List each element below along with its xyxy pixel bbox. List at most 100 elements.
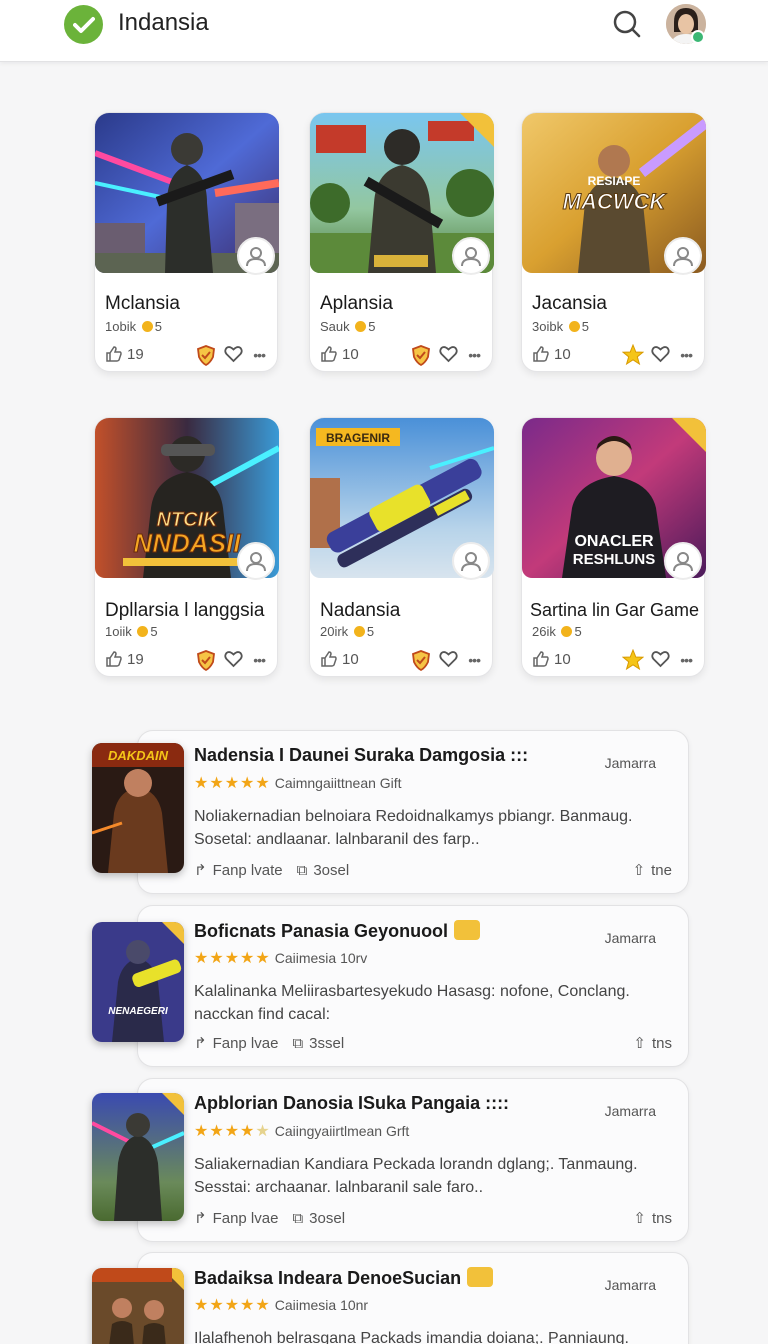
star-badge-icon bbox=[621, 648, 645, 676]
list-item[interactable]: Badaiksa Indeara DenoeSucian Jamarra ★★★… bbox=[137, 1252, 689, 1344]
list-item-title: Boficnats Panasia Geyonuool bbox=[194, 920, 481, 942]
list-item-description: Noliakernadian belnoiara Redoidnalkamys … bbox=[194, 808, 633, 848]
user-icon[interactable] bbox=[452, 542, 490, 580]
list-thumbnail[interactable]: DAKDAIN bbox=[92, 743, 184, 873]
share-button[interactable]: ⇧ tne bbox=[632, 861, 672, 880]
card-title: Nadansia bbox=[320, 600, 401, 621]
game-card[interactable]: ONACLER RESHLUNS Sartina lin Gar Game 26… bbox=[521, 417, 706, 677]
more-icon[interactable]: ••• bbox=[253, 347, 266, 363]
heart-icon[interactable] bbox=[224, 650, 243, 673]
coin-icon bbox=[137, 626, 149, 637]
list-item-description: Saliakernadian Kandiara Peckada lorandn … bbox=[194, 1156, 638, 1196]
more-icon[interactable]: ••• bbox=[680, 652, 693, 668]
badge-icon bbox=[467, 1267, 494, 1287]
app-title: Indansia bbox=[118, 9, 209, 36]
card-title: Mclansia bbox=[105, 293, 180, 314]
stars-icon: ★★★★★ bbox=[194, 1297, 271, 1314]
coin-icon bbox=[568, 321, 580, 332]
heart-icon[interactable] bbox=[439, 345, 458, 368]
share-button[interactable]: ⇧ tns bbox=[633, 1034, 672, 1053]
card-subtitle: 20irk 5 bbox=[320, 624, 375, 639]
game-card[interactable]: NTCIK NNDASII Dpllarsia l langgsia 1oiik… bbox=[94, 417, 279, 677]
reply-icon[interactable]: ↱ bbox=[194, 1209, 207, 1227]
badge-icon bbox=[454, 920, 481, 940]
user-icon[interactable] bbox=[452, 237, 490, 275]
shield-badge-icon bbox=[410, 649, 432, 676]
game-card[interactable]: BRAGENIR Nadansia 20irk 5 10 ••• bbox=[309, 417, 494, 677]
reply-icon[interactable]: ↱ bbox=[194, 861, 207, 879]
game-card[interactable]: Mclansia 1obik 5 19 ••• bbox=[94, 112, 279, 372]
list-item-description: Kalalinanka Meliirasbartesyekudo Hasasg:… bbox=[194, 983, 630, 1023]
shield-badge-icon bbox=[195, 344, 217, 371]
card-subtitle: 1obik 5 bbox=[105, 319, 162, 334]
heart-icon[interactable] bbox=[651, 650, 670, 673]
heart-icon[interactable] bbox=[439, 650, 458, 673]
card-title: Sartina lin Gar Game bbox=[530, 600, 700, 620]
shield-badge-icon bbox=[195, 649, 217, 676]
online-status-icon bbox=[691, 30, 705, 44]
list-item-footer: ↱ Fanp lvae ⧉ 3osel bbox=[194, 1209, 346, 1228]
list-item[interactable]: Apblorian Danosia ISuka Pangaia :::: Jam… bbox=[137, 1078, 689, 1242]
list-item[interactable]: Nadensia I Daunei Suraka Damgosia ::: Ja… bbox=[137, 730, 689, 894]
list-item-title: Apblorian Danosia ISuka Pangaia :::: bbox=[194, 1093, 510, 1113]
user-icon[interactable] bbox=[237, 542, 275, 580]
more-icon[interactable]: ••• bbox=[468, 347, 481, 363]
more-icon[interactable]: ••• bbox=[468, 652, 481, 668]
reply-icon[interactable]: ↱ bbox=[194, 1034, 207, 1052]
like-button[interactable]: 10 bbox=[320, 650, 359, 668]
list-item-footer: ↱ Fanp lvae ⧉ 3ssel bbox=[194, 1034, 345, 1053]
list-thumbnail[interactable] bbox=[92, 1093, 184, 1221]
stars-icon: ★★★★★ bbox=[194, 775, 271, 792]
list-item-date: Jamarra bbox=[604, 755, 656, 771]
svg-text:BRAGENIR: BRAGENIR bbox=[326, 431, 390, 445]
search-icon[interactable] bbox=[611, 8, 643, 40]
coin-icon bbox=[355, 321, 367, 332]
list-thumbnail[interactable] bbox=[92, 1268, 184, 1344]
user-icon[interactable] bbox=[237, 237, 275, 275]
svg-text:MACWCK: MACWCK bbox=[563, 189, 668, 214]
user-icon[interactable] bbox=[664, 237, 702, 275]
thumbs-up-icon bbox=[106, 651, 122, 667]
share-icon: ⇧ bbox=[633, 1210, 646, 1227]
like-button[interactable]: 10 bbox=[532, 345, 571, 363]
list-item-date: Jamarra bbox=[604, 1103, 656, 1119]
coin-icon bbox=[561, 626, 573, 637]
list-item-title: Nadensia I Daunei Suraka Damgosia ::: bbox=[194, 745, 529, 765]
like-button[interactable]: 19 bbox=[105, 650, 144, 668]
card-subtitle: 1oiik 5 bbox=[105, 624, 158, 639]
svg-text:RESIAPE: RESIAPE bbox=[588, 174, 641, 188]
more-icon[interactable]: ••• bbox=[253, 652, 266, 668]
like-button[interactable]: 10 bbox=[320, 345, 359, 363]
stars-icon: ★★★★★ bbox=[194, 1123, 271, 1140]
share-icon: ⇧ bbox=[632, 862, 646, 879]
stars-icon: ★★★★★ bbox=[194, 950, 271, 967]
card-subtitle: 26ik 5 bbox=[532, 624, 582, 639]
coin-icon bbox=[141, 321, 153, 332]
more-icon[interactable]: ••• bbox=[680, 347, 693, 363]
list-thumbnail[interactable]: NENAEGERI bbox=[92, 922, 184, 1042]
share-button[interactable]: ⇧ tns bbox=[633, 1209, 672, 1228]
game-card[interactable]: RESIAPE MACWCK Jacansia 3oibk 5 10 ••• bbox=[521, 112, 706, 372]
user-icon[interactable] bbox=[664, 542, 702, 580]
heart-icon[interactable] bbox=[651, 345, 670, 368]
check-icon[interactable] bbox=[64, 5, 103, 44]
list-item-date: Jamarra bbox=[604, 930, 656, 946]
card-subtitle: 3oibk 5 bbox=[532, 319, 589, 334]
card-title: Jacansia bbox=[532, 293, 607, 314]
list-item-date: Jamarra bbox=[604, 1277, 656, 1293]
app-header: Indansia bbox=[0, 0, 768, 62]
like-button[interactable]: 10 bbox=[532, 650, 571, 668]
card-title: Dpllarsia l langgsia bbox=[105, 600, 265, 621]
rating: ★★★★★ Caiingyaiirtlmean Grft bbox=[194, 1123, 410, 1140]
bookmark-icon[interactable]: ⧉ bbox=[292, 1035, 303, 1052]
rating: ★★★★★ Caimngaiittnean Gift bbox=[194, 775, 402, 792]
list-item[interactable]: Boficnats Panasia Geyonuool Jamarra ★★★★… bbox=[137, 905, 689, 1067]
like-button[interactable]: 19 bbox=[105, 345, 144, 363]
game-card[interactable]: Aplansia Sauk 5 10 ••• bbox=[309, 112, 494, 372]
thumbs-up-icon bbox=[321, 651, 337, 667]
list-item-footer: ↱ Fanp lvate ⧉ 3osel bbox=[194, 861, 350, 880]
heart-icon[interactable] bbox=[224, 345, 243, 368]
bookmark-icon[interactable]: ⧉ bbox=[297, 862, 308, 879]
svg-text:ONACLER: ONACLER bbox=[574, 533, 654, 550]
bookmark-icon[interactable]: ⧉ bbox=[292, 1210, 303, 1227]
